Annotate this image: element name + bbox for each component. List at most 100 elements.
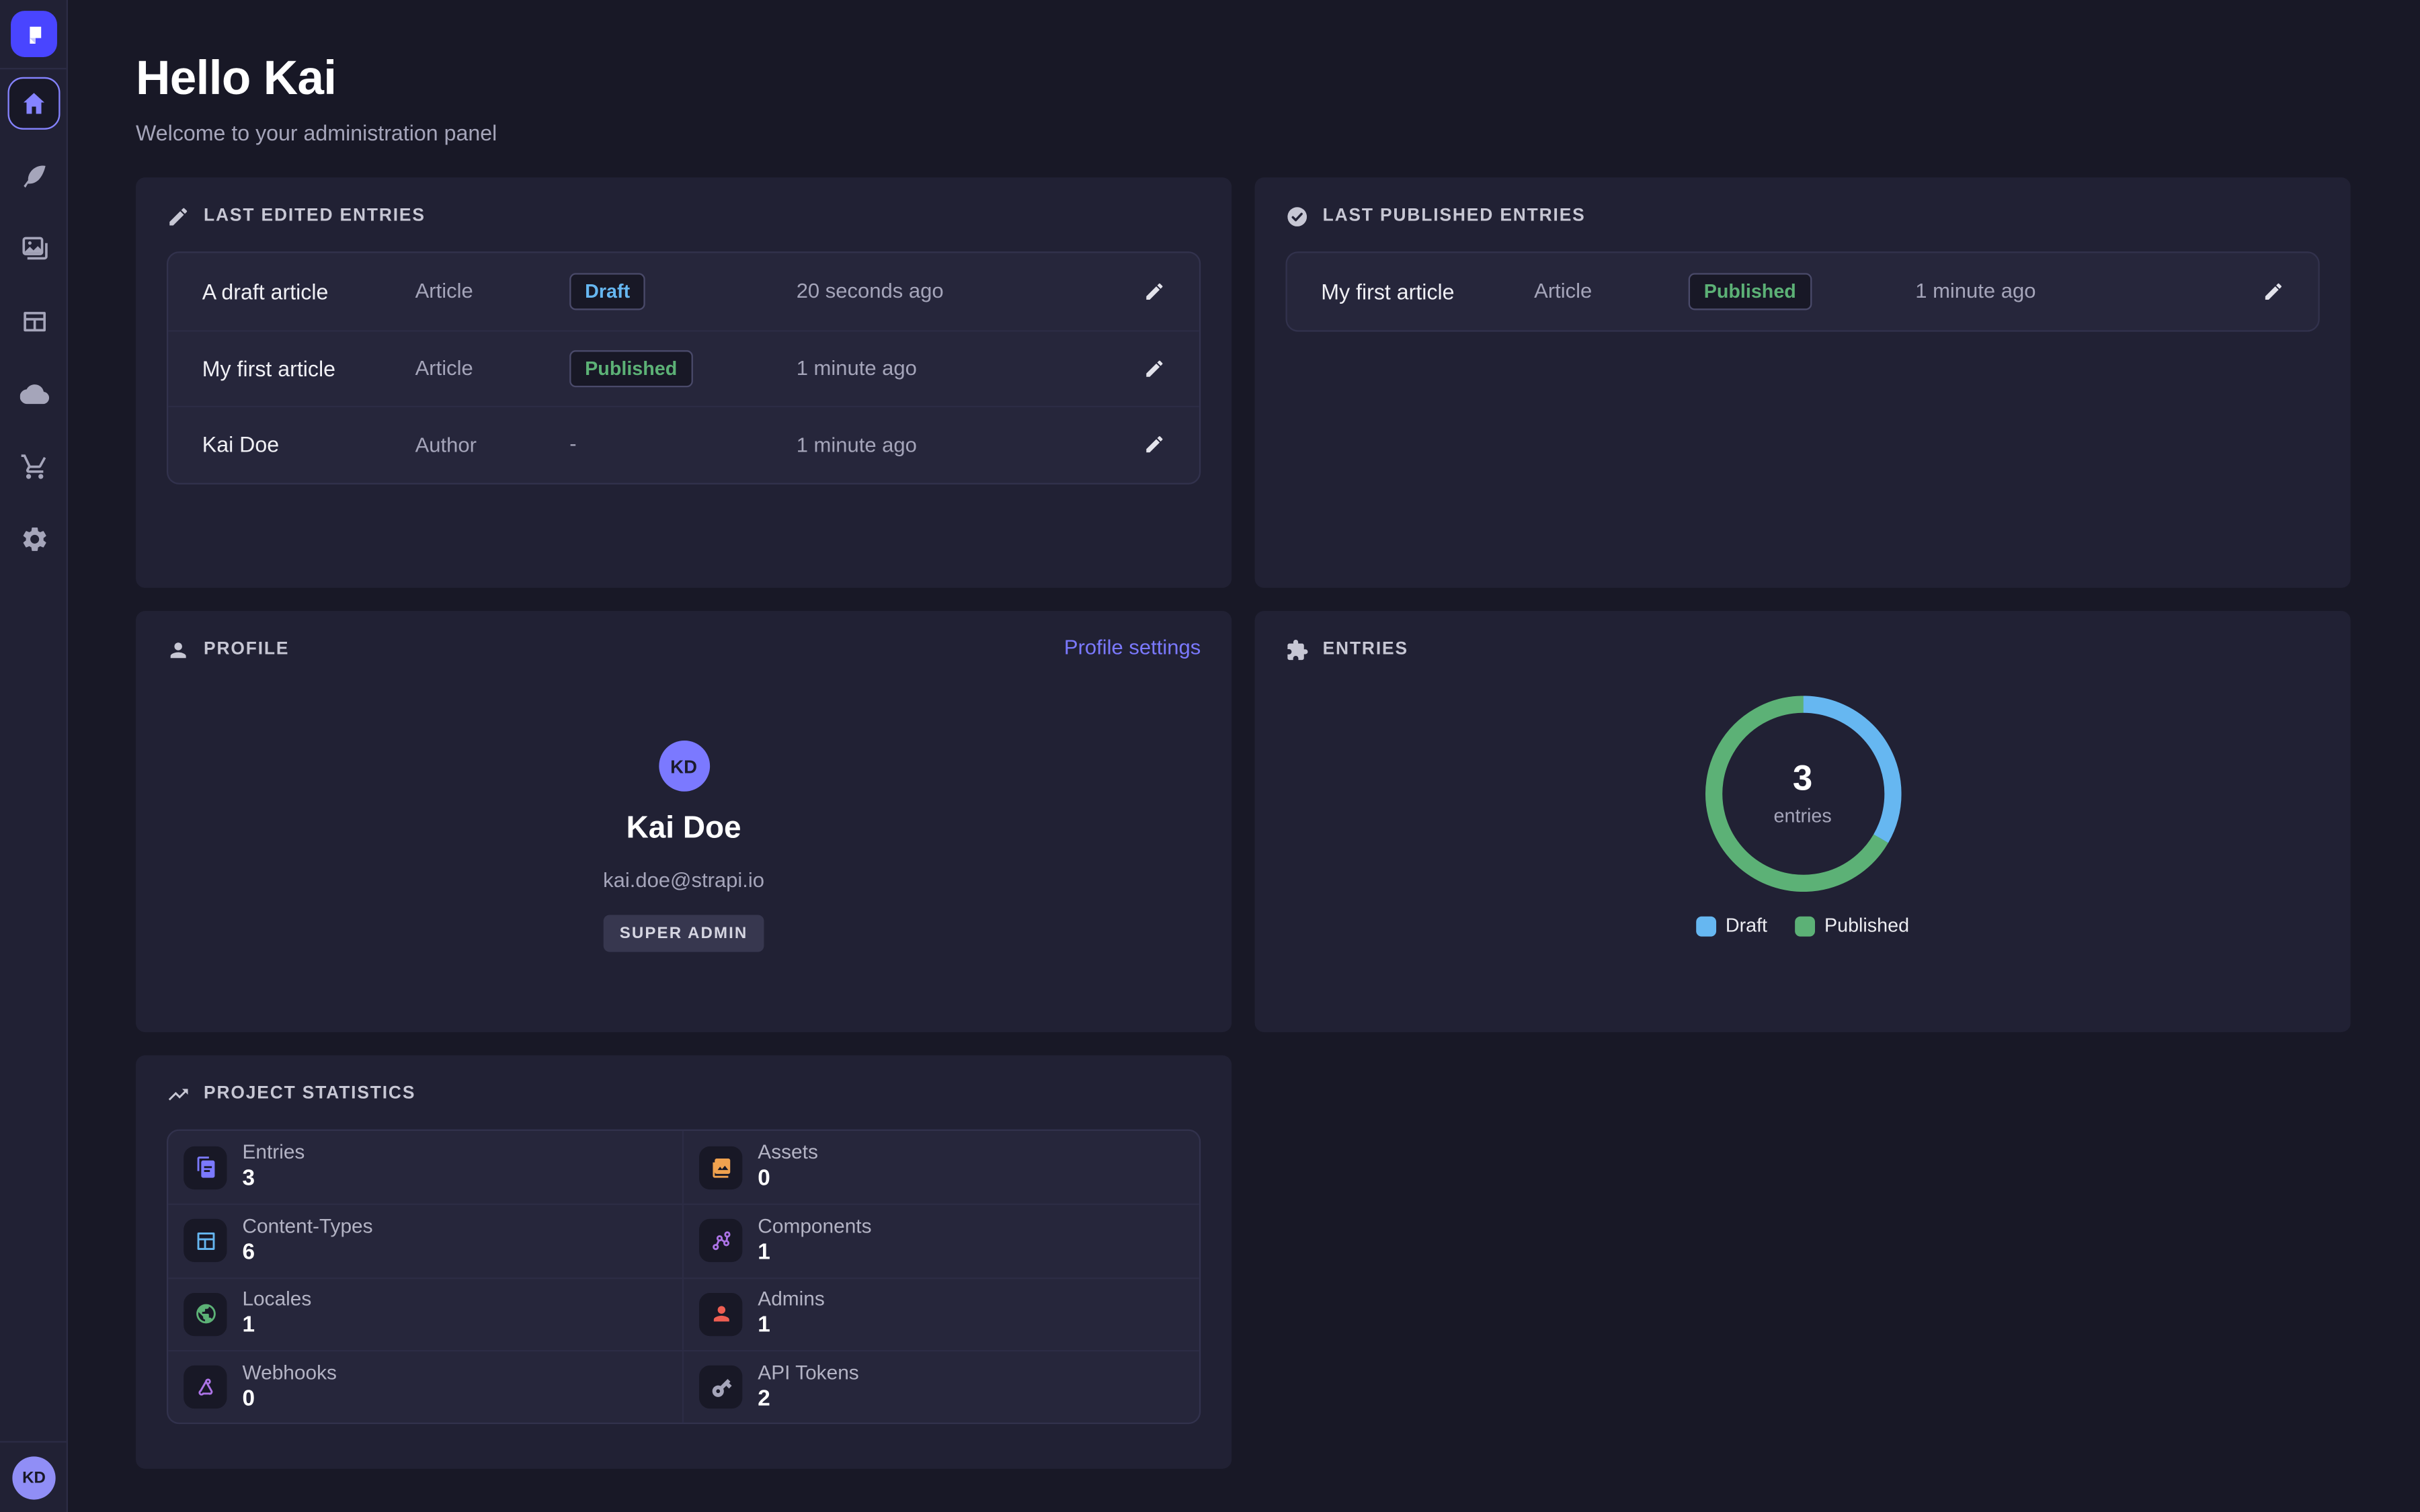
entry-type: Article bbox=[1534, 280, 1689, 302]
entries-count: 3 bbox=[1793, 761, 1812, 796]
check-circle-icon bbox=[1286, 204, 1309, 227]
page-subtitle: Welcome to your administration panel bbox=[136, 120, 2351, 145]
stat-label: Webhooks bbox=[242, 1362, 336, 1385]
main-content: Hello Kai Welcome to your administration… bbox=[68, 0, 2420, 1512]
widget-header: PROFILE bbox=[167, 636, 289, 663]
sidebar-divider bbox=[0, 68, 67, 69]
sidebar-item-marketplace[interactable] bbox=[7, 439, 60, 492]
stat-label: Locales bbox=[242, 1289, 311, 1312]
profile-body: KD Kai Doe kai.doe@strapi.io SUPER ADMIN bbox=[167, 663, 1201, 952]
stat-locales: Locales 1 bbox=[168, 1277, 684, 1350]
puzzle-icon bbox=[1286, 638, 1309, 661]
entry-time: 1 minute ago bbox=[797, 433, 1129, 456]
pencil-icon bbox=[1143, 434, 1165, 456]
edit-entry-button[interactable] bbox=[1143, 358, 1165, 379]
profile-avatar: KD bbox=[658, 741, 709, 792]
entry-type: Article bbox=[415, 357, 570, 380]
stat-value: 3 bbox=[242, 1167, 305, 1192]
cloud-icon bbox=[19, 379, 49, 409]
stat-label: Entries bbox=[242, 1142, 305, 1165]
edit-entry-button[interactable] bbox=[2263, 280, 2284, 302]
entry-type: Author bbox=[415, 433, 570, 456]
stat-value: 6 bbox=[242, 1241, 372, 1266]
profile-name: Kai Doe bbox=[627, 812, 741, 847]
widget-header: PROJECT STATISTICS bbox=[167, 1080, 1201, 1107]
sidebar: KD bbox=[0, 0, 68, 1512]
stat-entries: Entries 3 bbox=[168, 1131, 684, 1204]
profile-email: kai.doe@strapi.io bbox=[603, 869, 764, 892]
widget-title: PROJECT STATISTICS bbox=[204, 1085, 415, 1103]
legend-item-published: Published bbox=[1795, 915, 1909, 936]
legend-swatch-published bbox=[1795, 916, 1815, 936]
sidebar-nav bbox=[0, 77, 68, 565]
table-row: A draft article Article Draft 20 seconds… bbox=[168, 253, 1199, 330]
stat-value: 1 bbox=[758, 1241, 871, 1266]
sidebar-item-cloud[interactable] bbox=[7, 367, 60, 419]
stat-content-types: Content-Types 6 bbox=[168, 1204, 684, 1277]
knot-icon bbox=[184, 1366, 227, 1409]
feather-icon bbox=[19, 161, 49, 191]
stats-table: Entries 3 Assets 0 Conte bbox=[167, 1130, 1201, 1425]
legend-label: Draft bbox=[1726, 915, 1767, 936]
entry-time: 1 minute ago bbox=[1915, 280, 2247, 302]
widget-header: LAST PUBLISHED ENTRIES bbox=[1286, 202, 2320, 230]
stat-label: API Tokens bbox=[758, 1362, 858, 1385]
widget-title: LAST EDITED ENTRIES bbox=[204, 207, 426, 226]
stat-value: 0 bbox=[758, 1167, 818, 1192]
stat-webhooks: Webhooks 0 bbox=[168, 1350, 684, 1423]
sidebar-item-settings[interactable] bbox=[7, 512, 60, 564]
stat-admins: Admins 1 bbox=[684, 1277, 1199, 1350]
entries-donut-chart: 3 entries bbox=[1705, 696, 1901, 892]
widget-last-published-entries: LAST PUBLISHED ENTRIES My first article … bbox=[1255, 177, 2351, 588]
widget-profile: PROFILE Profile settings KD Kai Doe kai.… bbox=[136, 611, 1232, 1032]
stat-value: 0 bbox=[242, 1386, 336, 1412]
sidebar-item-media-library[interactable] bbox=[7, 222, 60, 275]
gear-icon bbox=[19, 523, 49, 553]
pencil-icon bbox=[167, 204, 190, 227]
stat-label: Content-Types bbox=[242, 1216, 372, 1239]
stat-value: 1 bbox=[242, 1314, 311, 1339]
status-badge: Draft bbox=[569, 273, 645, 310]
person-icon bbox=[699, 1292, 742, 1335]
stat-label: Admins bbox=[758, 1289, 825, 1312]
status-badge: Published bbox=[569, 350, 692, 387]
key-icon bbox=[699, 1366, 742, 1409]
entry-type: Article bbox=[415, 280, 570, 302]
entry-name: My first article bbox=[1321, 279, 1534, 304]
stat-components: Components 1 bbox=[684, 1204, 1199, 1277]
cart-icon bbox=[19, 452, 49, 481]
last-edited-table: A draft article Article Draft 20 seconds… bbox=[167, 251, 1201, 484]
widget-header: ENTRIES bbox=[1286, 636, 2320, 663]
table-row: My first article Article Published 1 min… bbox=[1287, 253, 2318, 330]
strapi-admin-dashboard: KD Hello Kai Welcome to your administrat… bbox=[0, 0, 2420, 1512]
sidebar-item-home[interactable] bbox=[7, 77, 60, 130]
profile-settings-link[interactable]: Profile settings bbox=[1064, 636, 1201, 659]
legend-label: Published bbox=[1824, 915, 1909, 936]
stat-label: Assets bbox=[758, 1142, 818, 1165]
pencil-icon bbox=[1143, 358, 1165, 379]
sidebar-divider bbox=[0, 1441, 67, 1442]
stat-api-tokens: API Tokens 2 bbox=[684, 1350, 1199, 1423]
edit-entry-button[interactable] bbox=[1143, 280, 1165, 302]
edit-entry-button[interactable] bbox=[1143, 434, 1165, 456]
sidebar-item-content-manager[interactable] bbox=[7, 150, 60, 202]
globe-icon bbox=[184, 1292, 227, 1335]
entries-unit: entries bbox=[1774, 805, 1832, 827]
table-row: Kai Doe Author - 1 minute ago bbox=[168, 406, 1199, 482]
documents-icon bbox=[184, 1146, 227, 1189]
trending-up-icon bbox=[167, 1083, 190, 1105]
status-badge: Published bbox=[1689, 273, 1812, 310]
table-row: My first article Article Published 1 min… bbox=[168, 329, 1199, 406]
last-published-table: My first article Article Published 1 min… bbox=[1286, 251, 2320, 331]
page-title: Hello Kai bbox=[136, 51, 2351, 107]
widget-entries: ENTRIES 3 entries bbox=[1255, 611, 2351, 1032]
widget-last-edited-entries: LAST EDITED ENTRIES A draft article Arti… bbox=[136, 177, 1232, 588]
legend-swatch-draft bbox=[1696, 916, 1716, 936]
pencil-icon bbox=[1143, 280, 1165, 302]
strapi-logo[interactable] bbox=[11, 11, 57, 57]
role-badge: SUPER ADMIN bbox=[604, 915, 764, 952]
user-avatar[interactable]: KD bbox=[12, 1456, 55, 1499]
stat-value: 2 bbox=[758, 1386, 858, 1412]
stat-label: Components bbox=[758, 1216, 871, 1239]
sidebar-item-content-type-builder[interactable] bbox=[7, 295, 60, 347]
